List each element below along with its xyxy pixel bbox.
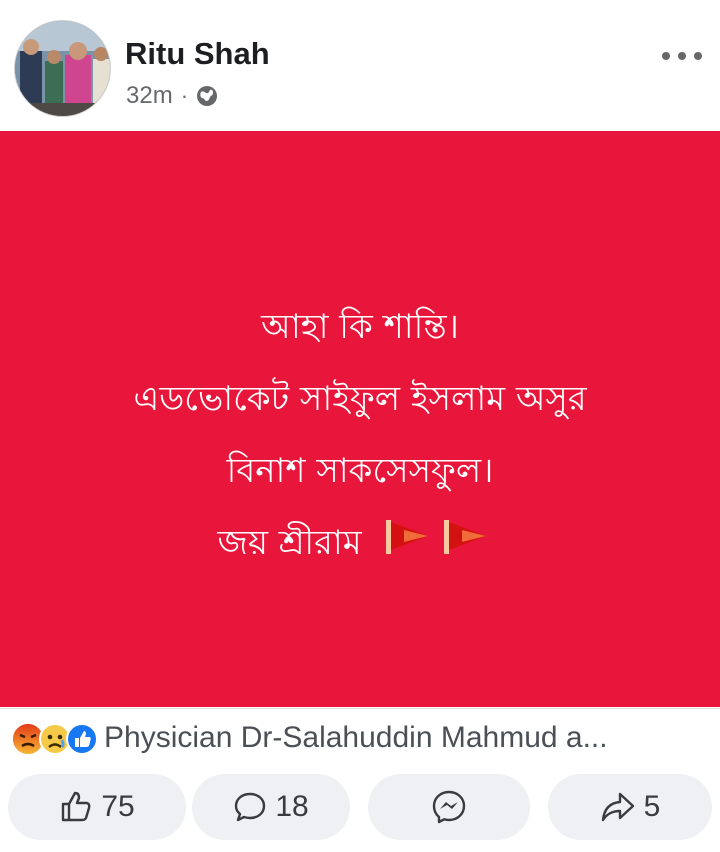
like-count: 75 [101,790,135,823]
sad-icon [39,723,71,755]
like-outline-icon [59,790,93,824]
image-text-line-last: জয় শ্রীরাম [0,507,720,581]
more-dots-icon [662,52,670,60]
post-header: Ritu Shah 32m · [0,0,720,130]
post-image[interactable]: আহা কি শান্তি। এডভোকেট সাইফুল ইসলাম অসুর… [0,131,720,707]
post-meta: 32m · [126,82,218,110]
image-text-line: আহা কি শান্তি। [261,307,459,347]
image-text-line: বিনাশ সাকসেসফুল। [226,451,494,491]
like-button[interactable]: 75 [8,774,186,840]
comment-count: 18 [275,790,309,823]
comment-icon [233,790,267,824]
messenger-icon [430,788,468,826]
red-flags-icon [382,509,502,581]
action-bar: 75 18 5 [0,768,720,852]
post-time[interactable]: 32m [126,82,173,110]
image-text-line: এডভোকেট সাইফুল ইসলাম অসুর [133,379,587,419]
author-name[interactable]: Ritu Shah [125,36,270,72]
image-text-line: জয় শ্রীরাম [217,523,362,563]
meta-separator: · [180,83,189,108]
post-image-text: আহা কি শান্তি। এডভোকেট সাইফুল ইসলাম অসুর… [0,291,720,581]
share-button[interactable]: 5 [548,774,712,840]
avatar-photo [15,21,110,116]
share-count: 5 [643,790,661,823]
messenger-button[interactable] [368,774,530,840]
like-icon [66,723,98,755]
reaction-icons [10,719,105,759]
author-avatar[interactable] [14,20,111,117]
reaction-names[interactable]: Physician Dr-Salahuddin Mahmud a... [104,721,608,755]
reaction-summary[interactable]: Physician Dr-Salahuddin Mahmud a... [0,708,720,768]
globe-icon [196,85,218,107]
comment-button[interactable]: 18 [192,774,350,840]
post-card: Ritu Shah 32m · আহা কি শান্তি। এডভোকেট স… [0,0,720,852]
angry-icon [13,724,43,754]
more-options-button[interactable] [656,42,708,70]
share-icon [600,790,636,824]
